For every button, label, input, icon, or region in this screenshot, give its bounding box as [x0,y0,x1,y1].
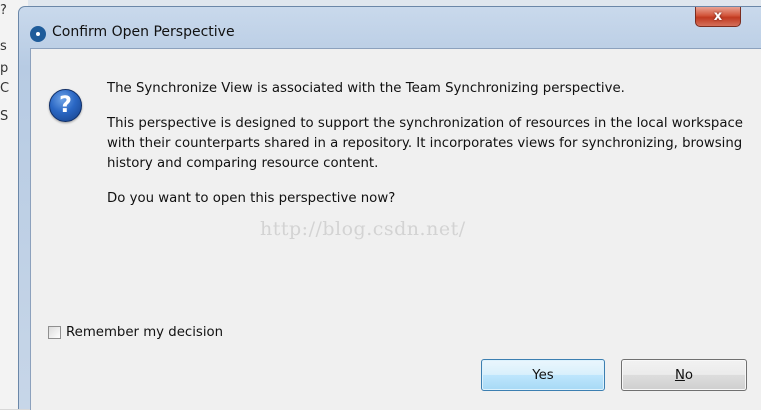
background-text-fragment: C [0,81,10,96]
background-text-fragment: s [0,39,7,54]
message-line-2: This perspective is designed to support … [107,116,743,171]
background-text-fragment: p [0,61,9,76]
background-text-fragment: ? [0,3,7,18]
question-icon: ? [49,89,82,122]
eclipse-app-icon [30,26,46,42]
message-line-1: The Synchronize View is associated with … [107,81,625,96]
message-line-3: Do you want to open this perspective now… [107,191,396,206]
remember-decision-option[interactable]: Remember my decision [48,325,223,340]
confirm-dialog: Confirm Open Perspective x ? The Synchro… [18,6,761,410]
dialog-title: Confirm Open Perspective [52,24,235,40]
no-button[interactable]: No [621,359,747,391]
background-text-fragment: S [0,109,9,124]
remember-decision-checkbox[interactable] [48,326,61,339]
no-button-label: No [675,368,693,383]
no-button-mnemonic: N [674,367,685,383]
message-area: The Synchronize View is associated with … [107,79,757,224]
close-button[interactable]: x [695,7,741,27]
no-button-label-rest: o [684,367,694,383]
yes-button[interactable]: Yes [481,359,605,391]
watermark: http://blog.csdn.net/ [260,218,466,240]
remember-decision-label: Remember my decision [66,325,224,340]
yes-button-label: Yes [532,367,554,383]
dialog-content: ? The Synchronize View is associated wit… [30,48,761,410]
